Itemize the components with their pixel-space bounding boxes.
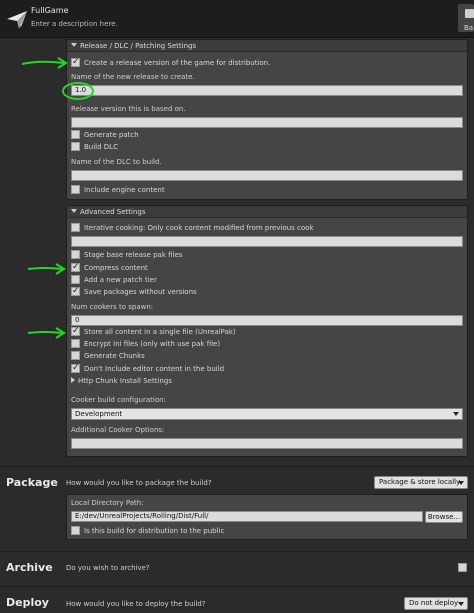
package-title: Package bbox=[6, 476, 58, 489]
http-chunk-expander[interactable]: Http Chunk Install Settings bbox=[71, 376, 172, 387]
annotation-circle-icon bbox=[62, 82, 94, 100]
package-options-panel: Local Directory Path: E:/dev/UnrealProje… bbox=[66, 494, 468, 540]
additional-options-input[interactable] bbox=[71, 438, 463, 449]
new-patch-tier-row[interactable]: Add a new patch tier bbox=[71, 275, 157, 286]
based-on-input[interactable] bbox=[71, 117, 463, 128]
browse-button[interactable]: Browse... bbox=[425, 511, 463, 523]
dont-include-editor-checkbox[interactable] bbox=[71, 363, 80, 374]
save-packages-row[interactable]: Save packages without versions bbox=[71, 286, 197, 298]
deploy-title: Deploy bbox=[6, 596, 49, 609]
additional-options-label: Additional Cooker Options: bbox=[71, 426, 165, 434]
based-on-label: Release version this is based on. bbox=[71, 105, 186, 113]
num-cookers-label: Num cookers to spawn: bbox=[71, 303, 154, 311]
release-name-input[interactable]: 1.0 bbox=[71, 85, 463, 96]
iterative-checkbox[interactable] bbox=[71, 223, 80, 232]
divider bbox=[0, 466, 474, 467]
profile-description[interactable]: Enter a description here. bbox=[31, 20, 118, 28]
generate-patch-row[interactable]: Generate patch bbox=[71, 130, 139, 141]
cooker-build-select[interactable]: Development bbox=[71, 408, 463, 420]
stage-base-checkbox[interactable] bbox=[71, 250, 80, 259]
dlc-name-input[interactable] bbox=[71, 170, 463, 181]
compress-row[interactable]: Compress content bbox=[71, 262, 148, 274]
back-button[interactable]: Ba bbox=[458, 4, 474, 32]
paper-plane-icon bbox=[7, 11, 27, 29]
create-release-checkbox[interactable] bbox=[71, 57, 80, 68]
package-dropdown[interactable]: Package & store locally bbox=[374, 476, 468, 489]
release-settings-panel: Release / DLC / Patching Settings Create… bbox=[66, 39, 468, 200]
chevron-down-icon bbox=[453, 412, 459, 416]
create-release-row[interactable]: Create a release version of the game for… bbox=[71, 57, 270, 69]
generate-chunks-row[interactable]: Generate Chunks bbox=[71, 351, 145, 362]
expand-arrow-icon bbox=[71, 377, 75, 383]
dlc-name-label: Name of the DLC to build. bbox=[71, 158, 162, 166]
distribution-row[interactable]: Is this build for distribution to the pu… bbox=[71, 526, 224, 537]
cooker-build-label: Cooker build configuration: bbox=[71, 396, 166, 404]
compress-checkbox[interactable] bbox=[71, 262, 80, 273]
num-cookers-input[interactable]: 0 bbox=[71, 315, 463, 326]
advanced-settings-header[interactable]: Advanced Settings bbox=[67, 206, 467, 218]
local-dir-input[interactable]: E:/dev/UnrealProjects/Rolling/Dist/Full/ bbox=[71, 511, 423, 522]
annotation-arrow-icon bbox=[21, 57, 68, 69]
divider bbox=[0, 586, 474, 587]
single-file-checkbox[interactable] bbox=[71, 326, 80, 337]
include-engine-checkbox[interactable] bbox=[71, 185, 80, 194]
deploy-dropdown[interactable]: Do not deploy bbox=[404, 597, 468, 610]
encrypt-ini-checkbox[interactable] bbox=[71, 339, 80, 348]
iterative-input[interactable] bbox=[71, 236, 463, 247]
back-button-label: Ba bbox=[464, 24, 474, 32]
build-dlc-row[interactable]: Build DLC bbox=[71, 142, 118, 153]
new-patch-tier-checkbox[interactable] bbox=[71, 275, 80, 284]
chevron-down-icon bbox=[458, 602, 464, 606]
deploy-question: How would you like to deploy the build? bbox=[66, 600, 206, 608]
collapse-arrow-icon bbox=[71, 43, 77, 47]
archive-checkbox[interactable] bbox=[458, 563, 467, 572]
advanced-settings-panel: Advanced Settings Iterative cooking: Onl… bbox=[66, 205, 468, 457]
chevron-down-icon bbox=[458, 481, 464, 485]
annotation-arrow-icon bbox=[27, 327, 66, 339]
single-file-row[interactable]: Store all content in a single file (Unre… bbox=[71, 326, 236, 338]
iterative-row[interactable]: Iterative cooking: Only cook content mod… bbox=[71, 223, 314, 234]
stage-base-row[interactable]: Stage base release pak files bbox=[71, 250, 182, 261]
generate-patch-checkbox[interactable] bbox=[71, 130, 80, 139]
dont-include-editor-row[interactable]: Don't Include editor content in the buil… bbox=[71, 363, 224, 375]
divider bbox=[0, 551, 474, 552]
release-settings-header[interactable]: Release / DLC / Patching Settings bbox=[67, 40, 467, 52]
archive-title: Archive bbox=[6, 561, 53, 574]
profile-header: FullGame Enter a description here. Ba bbox=[0, 0, 474, 38]
distribution-checkbox[interactable] bbox=[71, 526, 80, 535]
build-dlc-checkbox[interactable] bbox=[71, 142, 80, 151]
annotation-arrow-icon bbox=[27, 263, 66, 275]
profile-title[interactable]: FullGame bbox=[31, 6, 69, 15]
package-question: How would you like to package the build? bbox=[66, 479, 212, 487]
back-icon bbox=[465, 9, 474, 18]
collapse-arrow-icon bbox=[71, 209, 77, 213]
save-packages-checkbox[interactable] bbox=[71, 286, 80, 297]
encrypt-ini-row[interactable]: Encrypt ini files (only with use pak fil… bbox=[71, 339, 220, 350]
generate-chunks-checkbox[interactable] bbox=[71, 351, 80, 360]
include-engine-row[interactable]: Include engine content bbox=[71, 185, 165, 196]
local-dir-label: Local Directory Path: bbox=[71, 499, 144, 507]
archive-question: Do you wish to archive? bbox=[66, 564, 150, 572]
